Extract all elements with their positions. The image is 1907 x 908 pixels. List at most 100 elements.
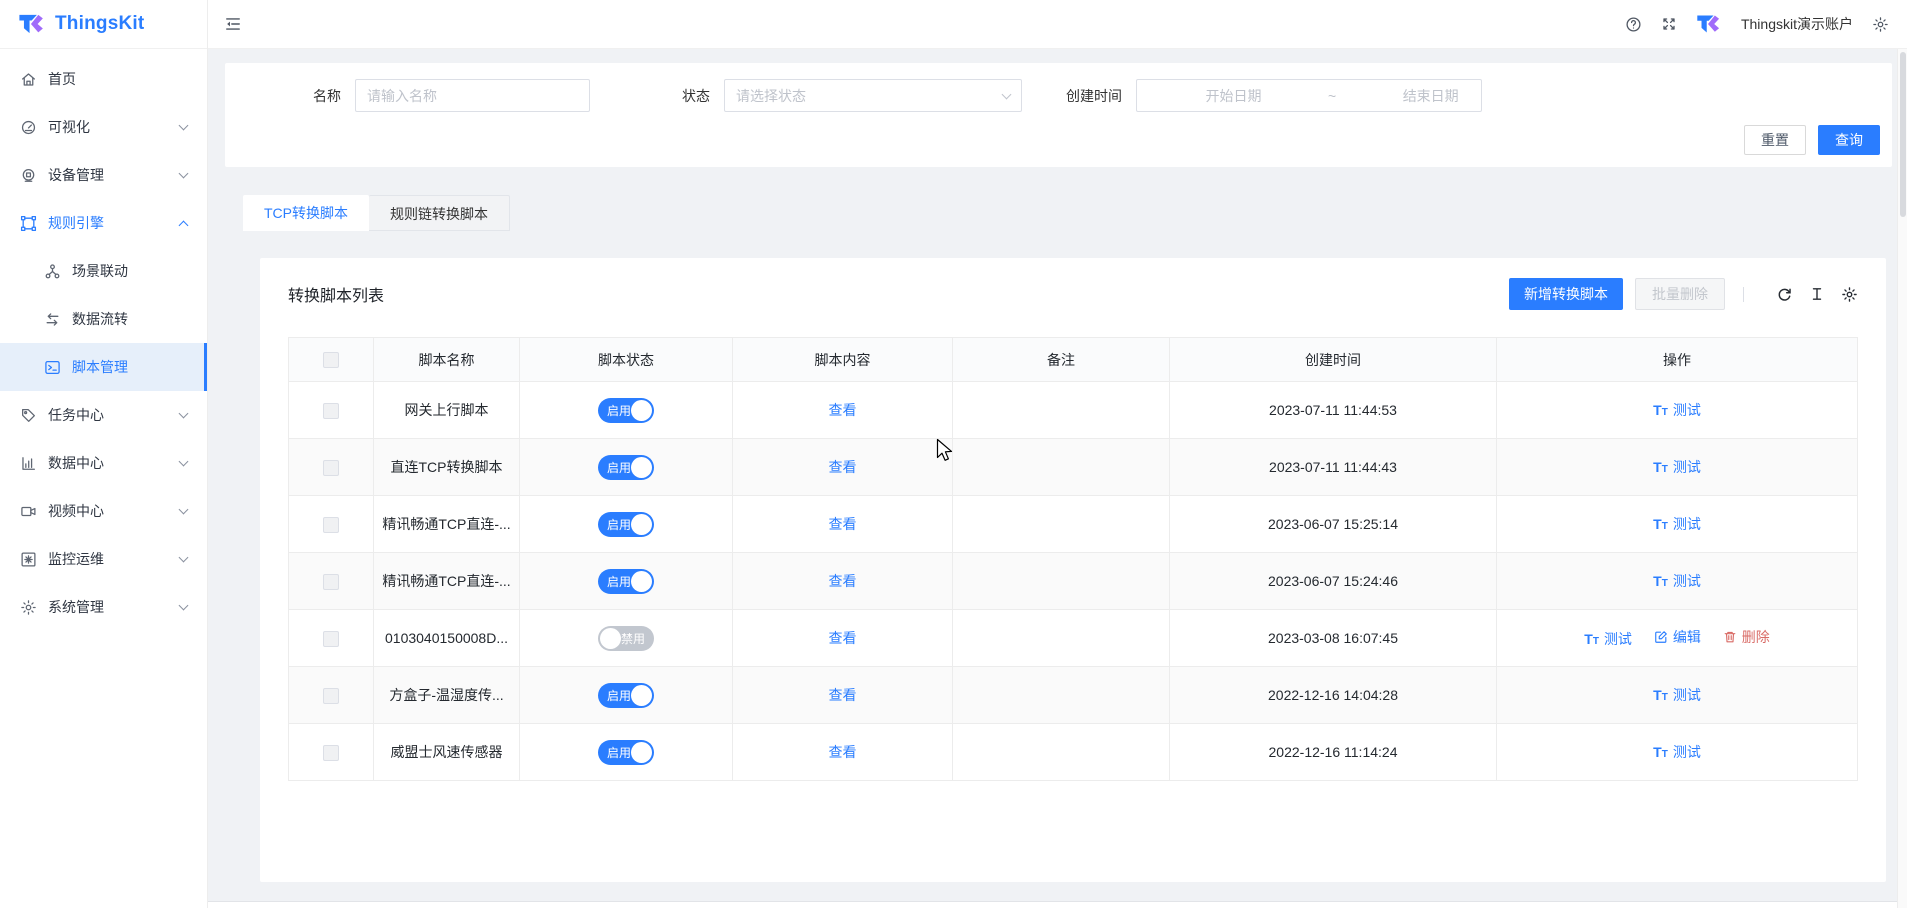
test-icon	[1653, 574, 1668, 589]
scrollbar-thumb[interactable]	[1900, 52, 1906, 217]
created-time: 2023-06-07 15:24:46	[1170, 553, 1497, 610]
sidebar-item-label: 任务中心	[48, 405, 104, 425]
monitor-ops-icon	[20, 551, 37, 568]
view-link[interactable]: 查看	[829, 573, 857, 589]
brand-logo: ThingsKit	[0, 0, 207, 49]
status-toggle[interactable]: 启用	[598, 683, 654, 708]
refresh-icon[interactable]	[1776, 286, 1793, 303]
account-name[interactable]: Thingskit演示账户	[1741, 14, 1853, 34]
sidebar-item-video-center[interactable]: 视频中心	[0, 487, 207, 535]
sidebar-item-script-manage[interactable]: 脚本管理	[0, 343, 207, 391]
status-select-placeholder: 请选择状态	[736, 86, 806, 106]
view-link[interactable]: 查看	[829, 459, 857, 475]
delete-action[interactable]: 删除	[1723, 627, 1770, 647]
remark-cell	[953, 439, 1170, 496]
sidebar-item-task-center[interactable]: 任务中心	[0, 391, 207, 439]
status-filter-select[interactable]: 请选择状态	[724, 79, 1022, 112]
script-list-card: 转换脚本列表 新增转换脚本 批量删除	[260, 258, 1886, 882]
sidebar-item-rule-engine[interactable]: 规则引擎	[0, 199, 207, 247]
view-link[interactable]: 查看	[829, 516, 857, 532]
batch-delete-button[interactable]: 批量删除	[1635, 278, 1725, 310]
fullscreen-icon[interactable]	[1661, 16, 1677, 32]
tab-tcp-script[interactable]: TCP转换脚本	[243, 195, 369, 231]
scene-linkage-icon	[44, 263, 61, 280]
row-checkbox[interactable]	[323, 517, 339, 533]
test-action[interactable]: 测试	[1653, 457, 1701, 477]
video-camera-icon	[20, 503, 37, 520]
status-toggle[interactable]: 启用	[598, 569, 654, 594]
test-action[interactable]: 测试	[1653, 742, 1701, 762]
top-header: Thingskit演示账户	[208, 0, 1907, 49]
sidebar-item-label: 场景联动	[72, 261, 128, 281]
remark-cell	[953, 667, 1170, 724]
add-script-button[interactable]: 新增转换脚本	[1509, 278, 1623, 310]
row-checkbox[interactable]	[323, 574, 339, 590]
status-toggle[interactable]: 禁用	[598, 626, 654, 651]
created-time: 2023-07-11 11:44:53	[1170, 382, 1497, 439]
select-all-checkbox[interactable]	[323, 352, 339, 368]
chevron-down-icon	[179, 169, 189, 179]
sidebar-item-visualization[interactable]: 可视化	[0, 103, 207, 151]
tab-rule-chain-script[interactable]: 规则链转换脚本	[369, 195, 510, 231]
column-settings-gear-icon[interactable]	[1841, 286, 1858, 303]
row-checkbox[interactable]	[323, 745, 339, 761]
name-filter-input[interactable]	[355, 79, 590, 112]
table-row: 方盒子-温湿度传... 启用 查看 2022-12-16 14:04:28 测试	[289, 667, 1858, 724]
table-row: 直连TCP转换脚本 启用 查看 2023-07-11 11:44:43 测试	[289, 439, 1858, 496]
test-action[interactable]: 测试	[1653, 571, 1701, 591]
sidebar-item-monitor-ops[interactable]: 监控运维	[0, 535, 207, 583]
help-icon[interactable]	[1625, 16, 1642, 33]
status-toggle[interactable]: 启用	[598, 455, 654, 480]
query-button[interactable]: 查询	[1818, 125, 1880, 155]
row-checkbox[interactable]	[323, 403, 339, 419]
view-link[interactable]: 查看	[829, 687, 857, 703]
status-toggle[interactable]: 启用	[598, 740, 654, 765]
reset-button[interactable]: 重置	[1744, 125, 1806, 155]
status-toggle[interactable]: 启用	[598, 512, 654, 537]
sidebar-item-device[interactable]: 设备管理	[0, 151, 207, 199]
edit-action[interactable]: 编辑	[1654, 627, 1701, 647]
test-action[interactable]: 测试	[1653, 400, 1701, 420]
test-action[interactable]: 测试	[1653, 685, 1701, 705]
row-checkbox[interactable]	[323, 460, 339, 476]
end-date-input[interactable]	[1340, 88, 1521, 104]
start-date-input[interactable]	[1143, 88, 1324, 104]
chevron-down-icon	[179, 505, 189, 515]
sidebar-item-label: 脚本管理	[72, 357, 128, 377]
created-time-filter-label: 创建时间	[1066, 86, 1122, 106]
sidebar-collapse-icon[interactable]	[224, 15, 242, 33]
sidebar-item-home[interactable]: 首页	[0, 55, 207, 103]
filter-panel: 名称 状态 请选择状态 创建时间 ~ 重置 查询	[225, 63, 1892, 167]
settings-gear-icon[interactable]	[1872, 16, 1889, 33]
test-action[interactable]: 测试	[1653, 514, 1701, 534]
test-action[interactable]: 测试	[1584, 629, 1632, 649]
chevron-down-icon	[179, 457, 189, 467]
sidebar-item-data-center[interactable]: 数据中心	[0, 439, 207, 487]
date-range-picker[interactable]: ~	[1136, 79, 1482, 112]
remark-cell	[953, 382, 1170, 439]
sidebar-item-scene-linkage[interactable]: 场景联动	[0, 247, 207, 295]
status-toggle[interactable]: 启用	[598, 398, 654, 423]
row-height-icon[interactable]	[1809, 286, 1825, 302]
table-row: 精讯畅通TCP直连-... 启用 查看 2023-06-07 15:25:14 …	[289, 496, 1858, 553]
created-time: 2023-06-07 15:25:14	[1170, 496, 1497, 553]
remark-cell	[953, 496, 1170, 553]
chevron-up-icon	[179, 220, 189, 230]
device-icon	[20, 167, 37, 184]
view-link[interactable]: 查看	[829, 744, 857, 760]
chevron-down-icon	[1002, 89, 1012, 99]
view-link[interactable]: 查看	[829, 630, 857, 646]
view-link[interactable]: 查看	[829, 402, 857, 418]
script-name: 精讯畅通TCP直连-...	[374, 553, 520, 610]
row-checkbox[interactable]	[323, 631, 339, 647]
test-icon	[1653, 460, 1668, 475]
test-icon	[1653, 403, 1668, 418]
script-type-tabs: TCP转换脚本 规则链转换脚本	[243, 195, 1907, 231]
scrollbar[interactable]	[1897, 49, 1907, 908]
sidebar-item-label: 规则引擎	[48, 213, 104, 233]
column-header-remark: 备注	[953, 338, 1170, 382]
row-checkbox[interactable]	[323, 688, 339, 704]
sidebar-item-system-manage[interactable]: 系统管理	[0, 583, 207, 631]
account-avatar[interactable]	[1696, 11, 1722, 37]
sidebar-item-data-flow[interactable]: 数据流转	[0, 295, 207, 343]
